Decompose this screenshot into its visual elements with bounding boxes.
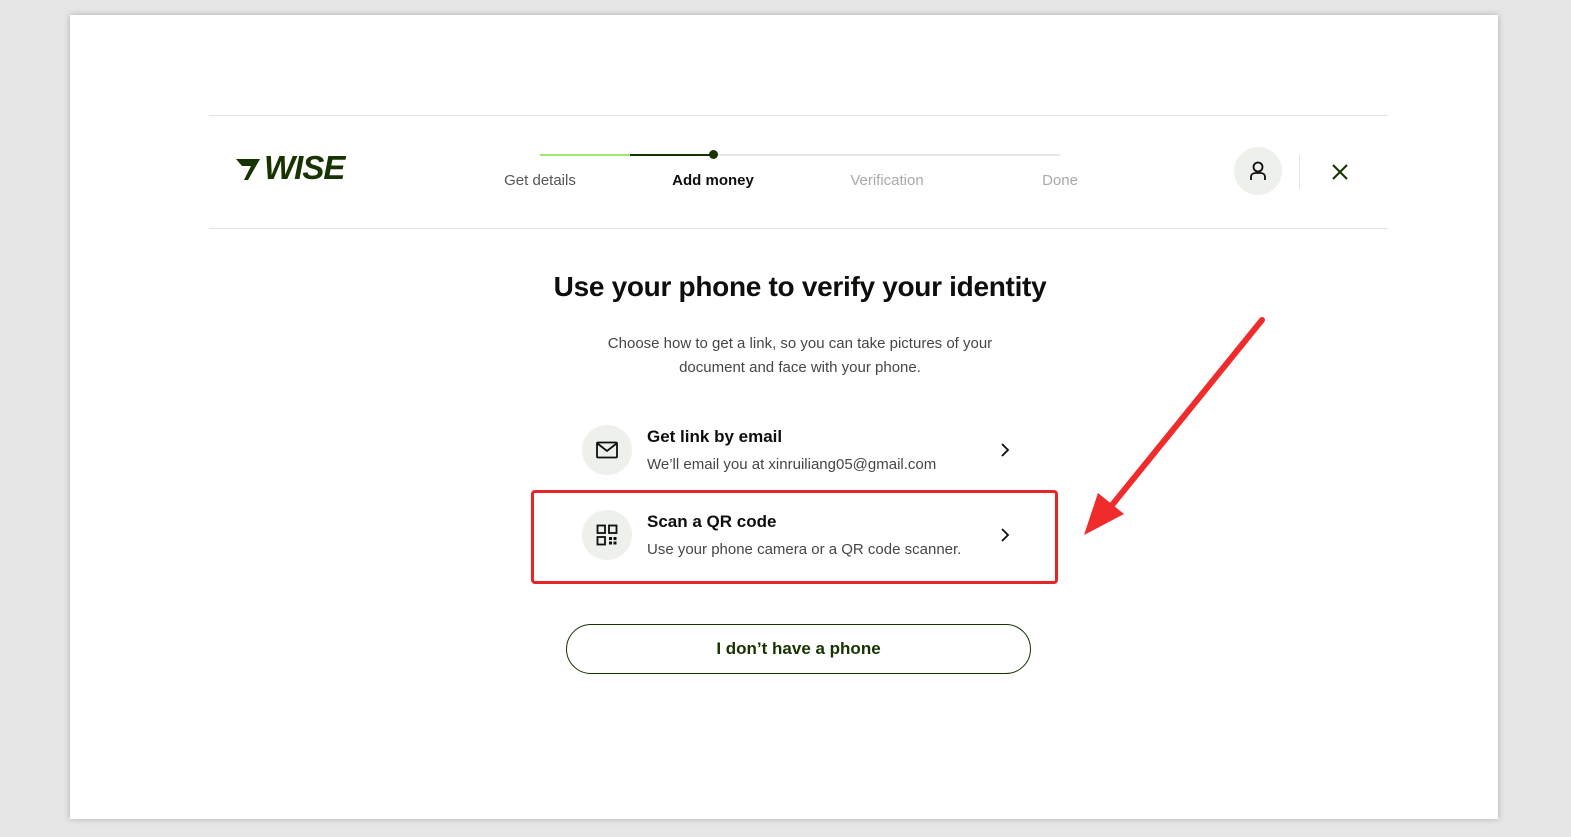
annotation-arrow-icon [1084,317,1265,535]
app-window: WISE Get details Add money Verification … [70,15,1498,819]
